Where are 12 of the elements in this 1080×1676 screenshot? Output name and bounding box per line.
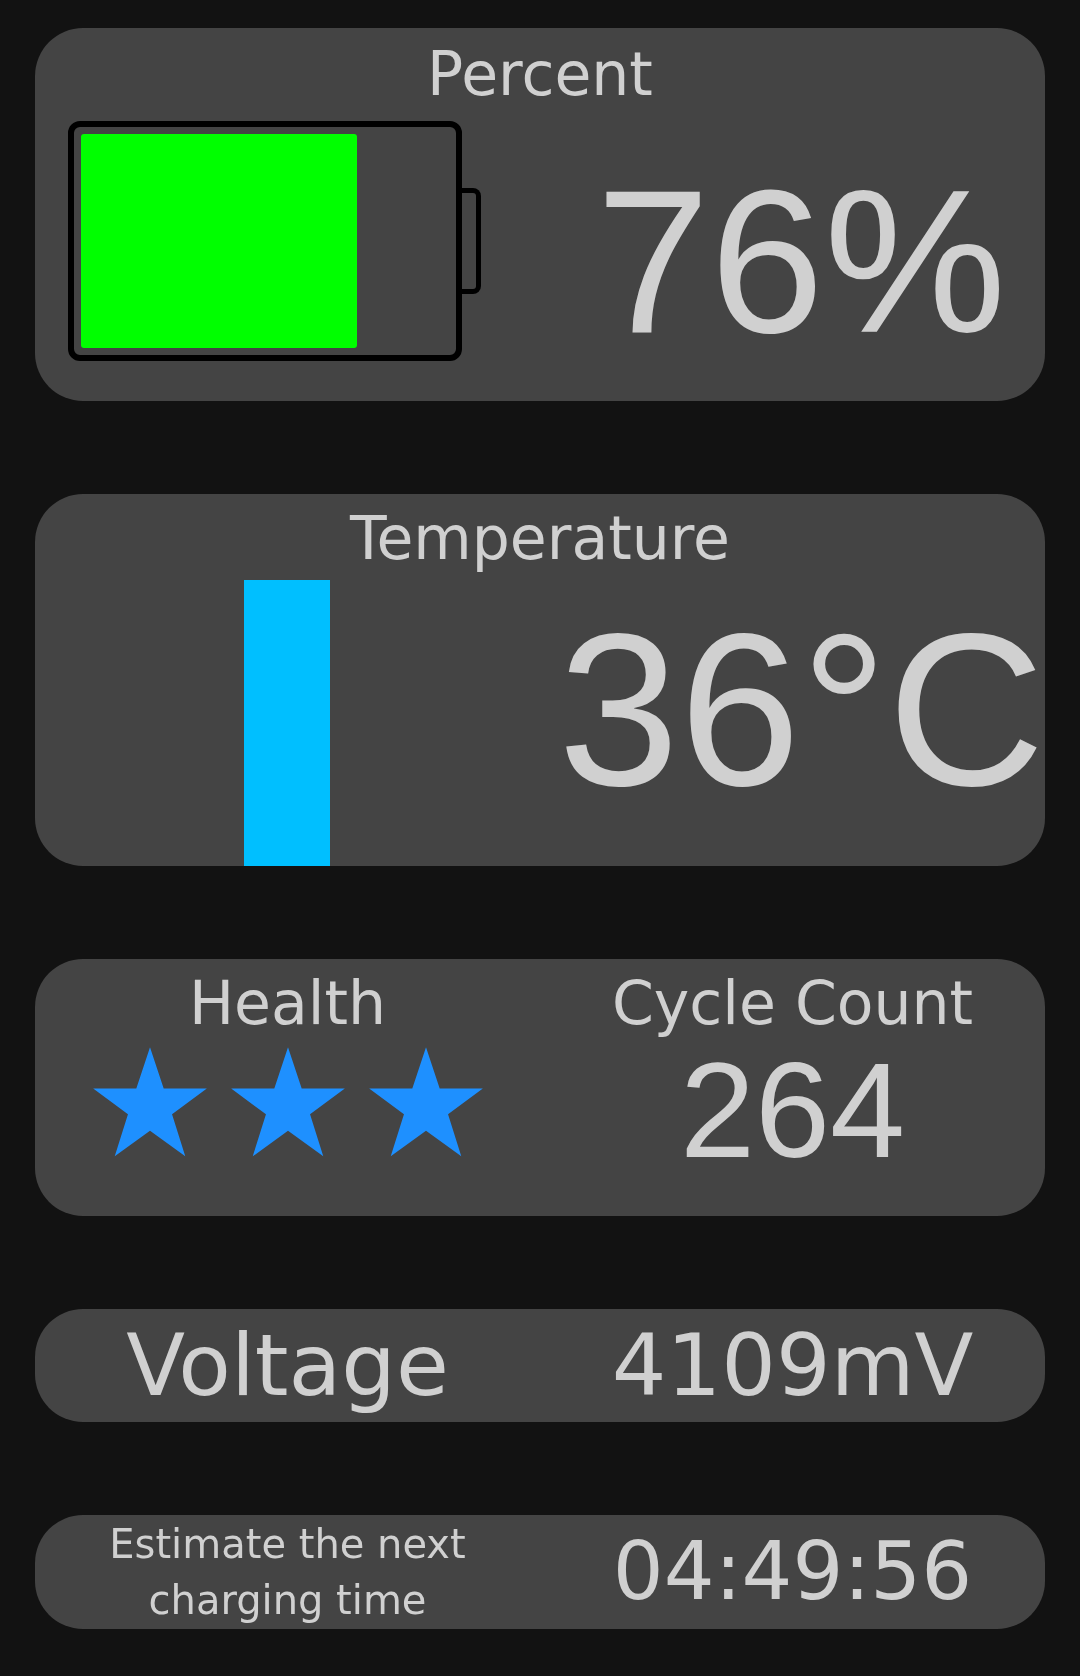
card-title: Percent: [426, 38, 654, 110]
voltage-value: 4109mV: [611, 1313, 974, 1417]
voltage-label: Voltage: [126, 1313, 449, 1417]
percent-value: 76%: [596, 158, 1007, 363]
cycle-count-value: 264: [679, 1043, 906, 1178]
card-title: Cycle Count: [611, 967, 974, 1039]
card-title: Temperature: [348, 502, 732, 574]
charging-time-value: 04:49:56: [612, 1532, 973, 1612]
card-title: Health: [189, 967, 386, 1039]
battery-icon: [68, 120, 481, 361]
temperature-value: 36°C: [556, 601, 1045, 819]
charging-time-label: Estimate the next charging time: [108, 1520, 467, 1625]
